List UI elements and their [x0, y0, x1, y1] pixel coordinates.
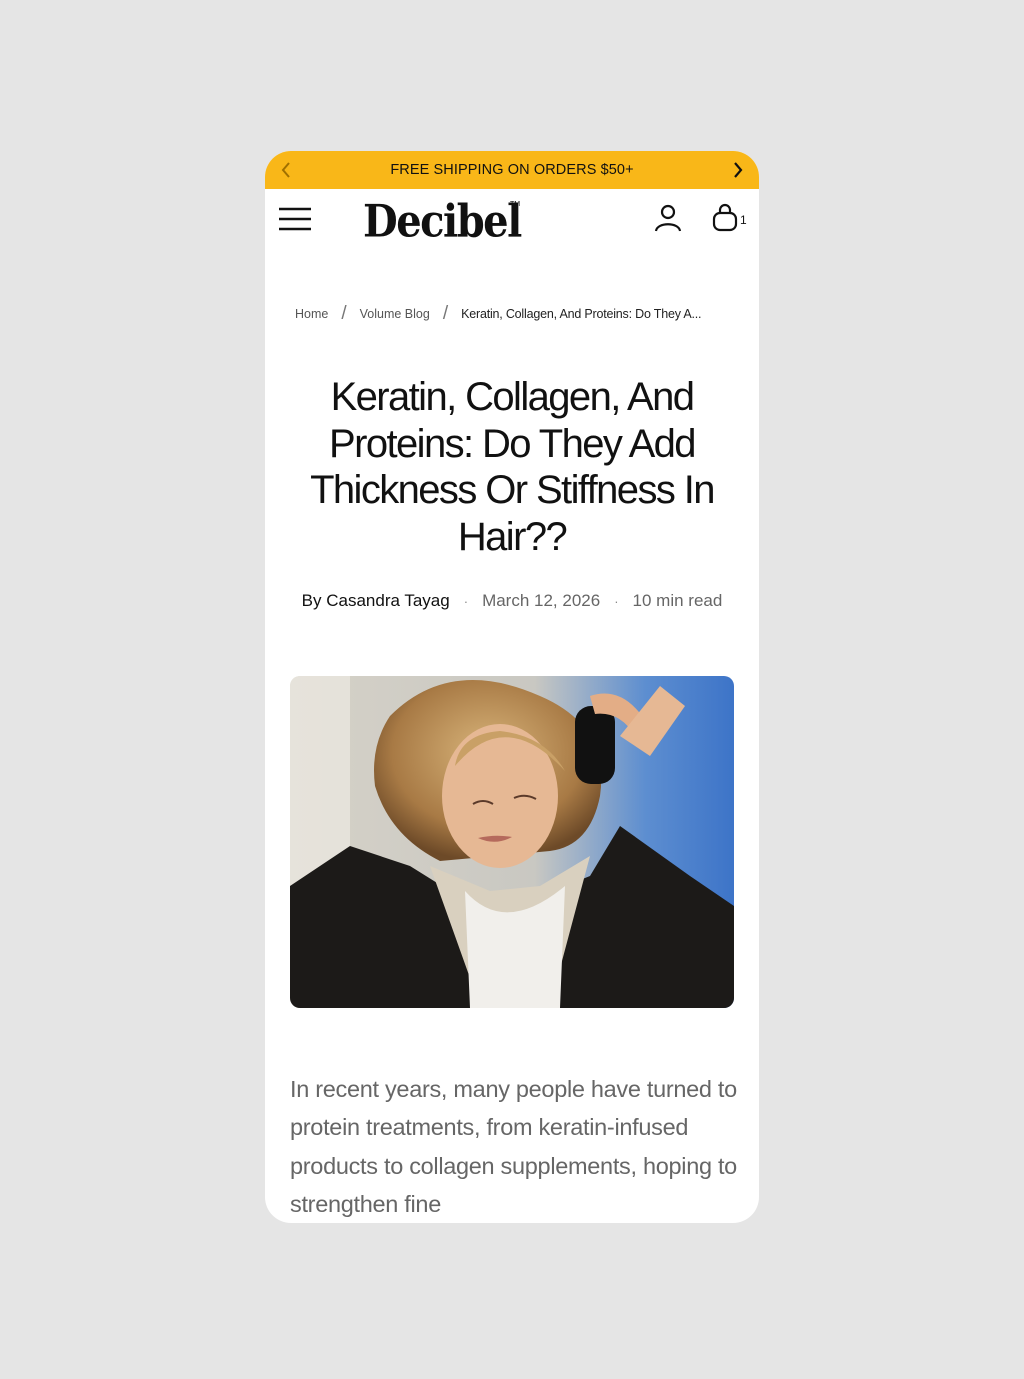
chevron-right-icon[interactable] — [729, 161, 747, 179]
breadcrumb-home[interactable]: Home — [295, 307, 328, 321]
breadcrumb-separator: / — [341, 303, 347, 324]
phone-frame: FREE SHIPPING ON ORDERS $50+ Decibel TM — [265, 151, 759, 1223]
meta-separator: · — [463, 593, 469, 609]
article-intro: In recent years, many people have turned… — [290, 1076, 737, 1217]
article-title: Keratin, Collagen, And Proteins: Do They… — [310, 375, 715, 559]
meta-separator: · — [614, 593, 619, 609]
hamburger-menu-icon[interactable] — [279, 205, 311, 233]
article-author[interactable]: By Casandra Tayag — [302, 591, 450, 611]
breadcrumb: Home / Volume Blog / Keratin, Collagen, … — [295, 303, 702, 325]
shopping-bag-icon[interactable] — [711, 203, 739, 233]
article-read-time: 10 min read — [632, 591, 723, 610]
promo-text[interactable]: FREE SHIPPING ON ORDERS $50+ — [390, 162, 633, 178]
user-icon[interactable] — [653, 203, 683, 233]
breadcrumb-current: Keratin, Collagen, And Proteins: Do They… — [461, 307, 702, 321]
site-header: Decibel TM 1 — [265, 189, 759, 251]
breadcrumb-separator: / — [442, 303, 449, 324]
chevron-left-icon[interactable] — [277, 161, 295, 179]
breadcrumb-volume-blog[interactable]: Volume Blog — [360, 307, 430, 321]
hero-image — [290, 676, 734, 1008]
promo-bar: FREE SHIPPING ON ORDERS $50+ — [265, 151, 759, 189]
article-meta: By Casandra Tayag · March 12, 2026 · 10 … — [265, 591, 759, 611]
logo-trademark: TM — [510, 201, 521, 208]
site-logo[interactable]: Decibel — [363, 195, 522, 248]
article-date: March 12, 2026 — [482, 591, 601, 610]
cart-count: 1 — [740, 213, 747, 227]
